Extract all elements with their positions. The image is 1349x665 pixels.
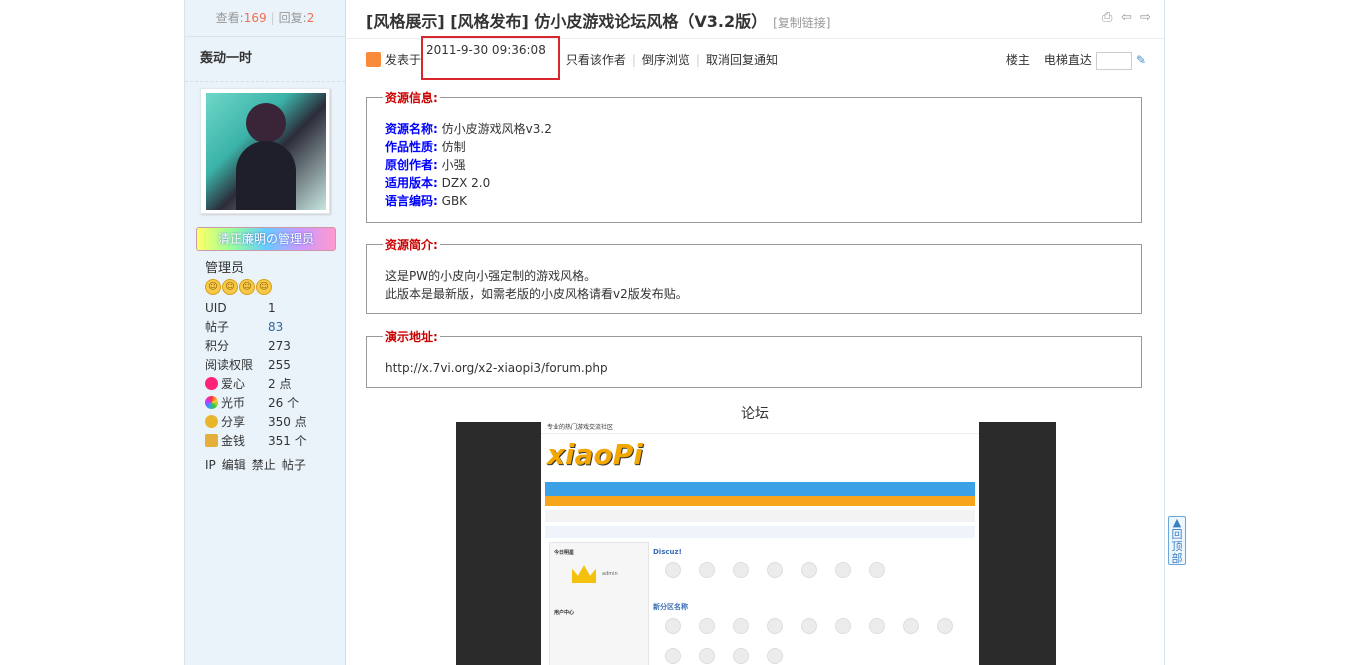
- gold-stack-icon: [205, 434, 218, 447]
- rank-icon: ☺: [239, 279, 255, 295]
- resource-intro-box: 资源简介: 这是PW的小皮向小强定制的游戏风格。 此版本是最新版，如需老版的小皮…: [366, 236, 1142, 314]
- floor-nav: 楼主 电梯直达 ✎: [1006, 46, 1146, 74]
- author-sidebar: 查看:169 | 回复:2 轰动一时 清正廉明の管理员 管理员 ☺ ☺ ☺ ☺ UID 1 …: [185, 0, 346, 665]
- next-thread-icon[interactable]: ⇨: [1140, 11, 1154, 25]
- preview-forum-list: Discuz! 新分区名称: [653, 542, 973, 665]
- heart-icon: [205, 377, 218, 390]
- ban-link[interactable]: 禁止: [252, 458, 276, 472]
- replies-count: 2: [306, 11, 315, 25]
- posts-link[interactable]: 帖子: [282, 458, 306, 472]
- print-icon[interactable]: ⎙: [1102, 11, 1116, 25]
- views-label: 查看:: [215, 11, 244, 25]
- resource-info-box: 资源信息: 资源名称: 仿小皮游戏风格v3.2 作品性质: 仿制 原创作者: 小…: [366, 89, 1142, 223]
- rank-icon: ☺: [222, 279, 238, 295]
- back-to-top-button[interactable]: ▲ 回顶部: [1168, 516, 1186, 565]
- demo-url[interactable]: http://x.7vi.org/x2-xiaopi3/forum.php: [385, 359, 608, 377]
- replies-label: 回复:: [278, 11, 307, 25]
- coin-rainbow-icon: [205, 396, 218, 409]
- ip-link[interactable]: IP: [205, 458, 216, 472]
- cancel-notify-link[interactable]: 取消回复通知: [706, 53, 778, 67]
- preview-left-panel: 今日明星 admin 用户中心: [549, 542, 649, 665]
- prev-thread-icon[interactable]: ⇦: [1121, 11, 1135, 25]
- online-status-icon: [366, 52, 381, 67]
- title-tools: ⎙ ⇦ ⇨: [1097, 10, 1154, 25]
- only-author-link[interactable]: 只看该作者: [566, 53, 626, 67]
- rank-icon: ☺: [205, 279, 221, 295]
- rank-icon: ☺: [256, 279, 272, 295]
- user-info: UID 1 帖子 83 积分 273 阅读权限 255 爱心 2 点 光币 26 个 分享 3…: [205, 301, 307, 448]
- elevator-label: 电梯直达: [1043, 53, 1092, 67]
- author-name[interactable]: 轰动一时: [185, 37, 345, 82]
- post-date: 2011-9-30 09:36:08: [421, 36, 560, 80]
- jump-icon[interactable]: ✎: [1136, 46, 1146, 74]
- floor-label: 楼主: [1005, 53, 1030, 67]
- avatar[interactable]: [200, 88, 330, 214]
- demo-address-box: 演示地址: http://x.7vi.org/x2-xiaopi3/forum.…: [366, 328, 1142, 388]
- views-count: 169: [243, 11, 267, 25]
- copy-link[interactable]: [复制链接]: [773, 16, 830, 30]
- moderation-actions: IP 编辑 禁止 帖子: [205, 456, 312, 473]
- post-meta: 发表于2011-9-30 09:36:08只看该作者 | 倒序浏览 | 取消回复通知 楼…: [366, 36, 1146, 80]
- user-group[interactable]: 管理员: [205, 257, 244, 276]
- rank-icons: ☺ ☺ ☺ ☺: [205, 278, 273, 295]
- reverse-order-link[interactable]: 倒序浏览: [642, 53, 690, 67]
- post-main: [风格展示] [风格发布] 仿小皮游戏论坛风格（V3.2版） [复制链接] ⎙ ⇦ ⇨…: [346, 0, 1164, 665]
- thread-title: [风格展示] [风格发布] 仿小皮游戏论坛风格（V3.2版） [复制链接]: [366, 12, 831, 31]
- thread-title-bar: [风格展示] [风格发布] 仿小皮游戏论坛风格（V3.2版） [复制链接] ⎙ ⇦ ⇨: [346, 0, 1164, 39]
- thread-container: 查看:169 | 回复:2 轰动一时 清正廉明の管理员 管理员 ☺ ☺ ☺ ☺ UID 1 …: [184, 0, 1165, 665]
- post-count-link[interactable]: 83: [268, 318, 283, 337]
- share-coin-icon: [205, 415, 218, 428]
- preview-nav: [545, 482, 975, 496]
- user-title-badge: 清正廉明の管理员: [196, 227, 336, 251]
- image-caption: 论坛: [741, 406, 769, 422]
- crown-icon: [572, 565, 596, 583]
- edit-link[interactable]: 编辑: [222, 458, 246, 472]
- floor-input[interactable]: [1095, 51, 1132, 70]
- xiaopi-logo: xiaoPi: [547, 438, 643, 471]
- thread-stats: 查看:169 | 回复:2: [185, 0, 345, 37]
- style-preview-image[interactable]: 专业的热门游戏交流社区 xiaoPi 今日明星 admin 用户中心 Discu…: [456, 422, 1056, 665]
